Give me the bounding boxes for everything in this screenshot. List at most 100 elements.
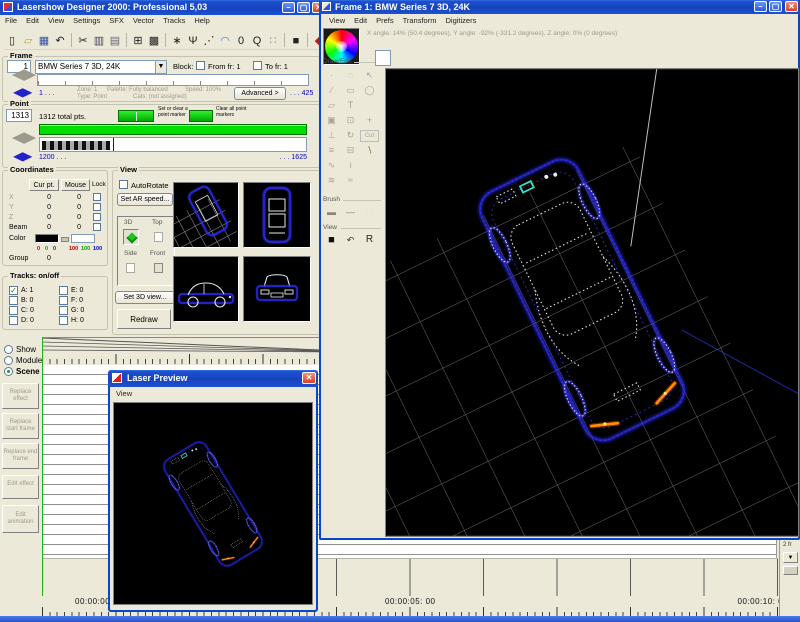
new-icon[interactable]: ▯ (4, 33, 20, 49)
wave-tool-icon[interactable]: ≋ (322, 173, 341, 188)
zoom-icon[interactable]: Q (249, 33, 265, 49)
frame-window-titlebar[interactable]: Frame 1: BMW Series 7 3D, 24K – ▢ ✕ (319, 0, 800, 14)
preview-3d-pane[interactable] (164, 182, 239, 265)
frame-menu-prefs[interactable]: Prefs (376, 16, 394, 25)
scroll-down-button[interactable]: ▼ (783, 552, 798, 563)
undo-view-icon[interactable]: ↶ (341, 233, 360, 248)
menu-edit[interactable]: Edit (26, 16, 39, 25)
color-swatch-current[interactable] (35, 234, 59, 243)
frame-minimize-button[interactable]: – (754, 1, 767, 12)
laser-preview-menu-view[interactable]: View (116, 389, 132, 398)
menu-vector[interactable]: Vector (133, 16, 154, 25)
frame-menu-digitizers[interactable]: Digitizers (445, 16, 476, 25)
smooth-tool-icon[interactable]: ≀ (341, 158, 360, 173)
color-slider-handle[interactable] (61, 237, 69, 242)
rainbow-icon[interactable]: ◠ (217, 33, 233, 49)
minimize-button[interactable]: – (282, 2, 295, 13)
track-h-checkbox[interactable] (59, 316, 68, 325)
display-list-icon[interactable]: ▩ (146, 33, 162, 49)
fit-view-icon[interactable]: ⊞ (130, 33, 146, 49)
ruler-tool-icon[interactable]: ⊟ (341, 143, 360, 158)
rectangle-tool-icon[interactable]: ▭ (341, 83, 360, 98)
mouse-button[interactable]: Mouse (61, 179, 90, 191)
point-up-arrow[interactable]: ◆ (12, 130, 36, 145)
frame-canvas[interactable] (385, 68, 799, 537)
laser-preview-menubar[interactable]: View (116, 389, 216, 400)
point-marker-bar[interactable] (39, 124, 307, 135)
polygon-tool-icon[interactable]: ▱ (322, 98, 341, 113)
replace-effect-button[interactable]: Replace effect (2, 383, 39, 409)
zero-icon[interactable]: 0 (233, 33, 249, 49)
laser-preview-close-button[interactable]: ✕ (302, 372, 316, 384)
frame-down-arrow[interactable]: ◆ (13, 85, 32, 99)
menu-tracks[interactable]: Tracks (163, 16, 185, 25)
select-points-tool-icon[interactable]: ◌ (341, 68, 360, 83)
color-swatch-target[interactable] (71, 234, 95, 243)
ellipse-tool-icon[interactable]: ◯ (360, 83, 379, 98)
hatch-tool-icon[interactable]: ≡ (322, 143, 341, 158)
track-d-checkbox[interactable] (9, 316, 18, 325)
replace-end-frame-button[interactable]: Replace end frame (2, 443, 39, 469)
grid-points-icon[interactable]: ∷ (265, 33, 281, 49)
autorotate-checkbox[interactable] (119, 180, 128, 189)
track-e-checkbox[interactable] (59, 286, 68, 295)
point-number-field[interactable]: 1313 (6, 109, 32, 122)
canvas-corner-checkbox[interactable] (375, 50, 391, 66)
coord-y-lock-checkbox[interactable] (93, 203, 101, 211)
frame-close-button[interactable]: ✕ (785, 1, 798, 12)
maximize-button[interactable]: ▢ (297, 2, 310, 13)
replace-start-frame-button[interactable]: Replace start frame (2, 413, 39, 439)
module-radio[interactable] (4, 356, 13, 365)
view-front-button[interactable] (151, 260, 167, 276)
timeline-thumb-button[interactable] (783, 566, 798, 575)
redraw-r-button[interactable]: R (360, 233, 379, 248)
copy-icon[interactable]: ▥ (91, 33, 107, 49)
view-top-button[interactable] (151, 229, 167, 245)
point-tool-icon[interactable]: ∙ (322, 68, 341, 83)
track-a-checkbox[interactable] (9, 286, 18, 295)
timeline-playhead[interactable] (42, 337, 43, 596)
text-tool-icon[interactable]: T (341, 98, 360, 113)
laser-burst-icon[interactable]: ∗ (169, 33, 185, 49)
dropdown-arrow-icon[interactable]: ▼ (155, 61, 166, 73)
point-down-arrow[interactable]: ◆ (13, 149, 32, 163)
frame-name-dropdown[interactable]: BMW Series 7 3D, 24K ▼ (35, 60, 167, 74)
coord-beam-lock-checkbox[interactable] (93, 223, 101, 231)
freehand-tool-icon[interactable]: ∿ (322, 158, 341, 173)
show-radio[interactable] (4, 345, 13, 354)
laser-preview-titlebar[interactable]: Laser Preview ✕ (108, 370, 318, 387)
view-3d-button[interactable] (123, 229, 139, 245)
preview-top-pane[interactable] (243, 182, 311, 248)
block-to-checkbox[interactable] (253, 61, 262, 70)
black-frame-icon[interactable]: ■ (322, 233, 341, 248)
preview-front-pane[interactable] (243, 256, 311, 322)
brush-wide-icon[interactable]: ▬ (322, 205, 341, 220)
menu-file[interactable]: File (5, 16, 17, 25)
clear-all-markers-button[interactable] (189, 110, 213, 122)
view-side-button[interactable] (123, 260, 139, 276)
coord-z-lock-checkbox[interactable] (93, 213, 101, 221)
redraw-button[interactable]: Redraw (117, 309, 171, 329)
frame-window-menubar[interactable]: View Edit Prefs Transform Digitizers (329, 16, 629, 27)
block-from-checkbox[interactable] (196, 61, 205, 70)
pick-tool-icon[interactable]: ↖ (360, 68, 379, 83)
scene-radio[interactable] (4, 367, 13, 376)
set-3d-view-button[interactable]: Set 3D view... (115, 291, 175, 304)
move-tool-icon[interactable]: + (360, 113, 379, 128)
advanced-button[interactable]: Advanced > (234, 87, 286, 100)
frame-maximize-button[interactable]: ▢ (769, 1, 782, 12)
cut-tool-button[interactable]: Cut (360, 130, 379, 142)
track-g-checkbox[interactable] (59, 306, 68, 315)
frame-slider[interactable] (37, 74, 309, 86)
frame-tool-icon[interactable]: ⊡ (341, 113, 360, 128)
approx-tool-icon[interactable]: ≈ (341, 173, 360, 188)
menu-sfx[interactable]: SFX (109, 16, 124, 25)
coord-x-lock-checkbox[interactable] (93, 193, 101, 201)
frame-menu-view[interactable]: View (329, 16, 345, 25)
track-f-checkbox[interactable] (59, 296, 68, 305)
brush-thin-icon[interactable]: ― (341, 205, 360, 220)
save-icon[interactable]: ▦ (36, 33, 52, 49)
scanner-path-icon[interactable]: ⋰ (201, 33, 217, 49)
main-menubar[interactable]: File Edit View Settings SFX Vector Tracks Help (5, 16, 315, 27)
open-folder-icon[interactable]: ▱ (20, 33, 36, 49)
